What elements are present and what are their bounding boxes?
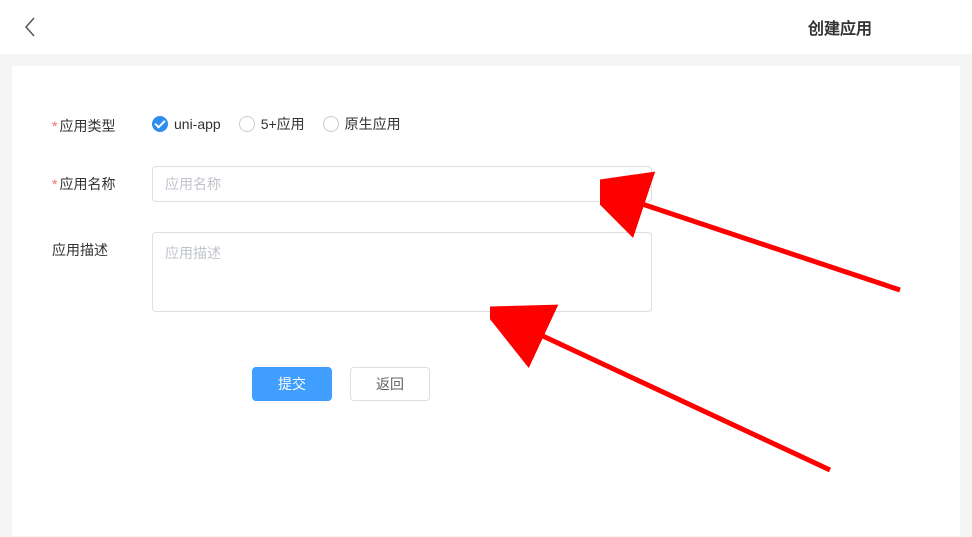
- radio-icon: [152, 116, 168, 132]
- app-name-row: *应用名称: [52, 166, 920, 202]
- back-chevron-icon[interactable]: [18, 15, 42, 39]
- form-buttons: 提交 返回: [252, 367, 920, 401]
- page-header: 创建应用: [0, 0, 972, 54]
- radio-label: 原生应用: [345, 114, 401, 134]
- app-name-input[interactable]: [152, 166, 652, 202]
- app-type-label: *应用类型: [52, 108, 152, 136]
- page-title: 创建应用: [808, 15, 872, 39]
- radio-icon: [323, 116, 339, 132]
- required-mark: *: [52, 118, 57, 134]
- create-app-form: *应用类型 uni-app 5+应用 原生应用 *应用名称: [12, 66, 960, 536]
- submit-button[interactable]: 提交: [252, 367, 332, 401]
- app-desc-textarea[interactable]: [152, 232, 652, 312]
- app-name-control: [152, 166, 652, 202]
- app-type-control: uni-app 5+应用 原生应用: [152, 108, 652, 134]
- app-type-row: *应用类型 uni-app 5+应用 原生应用: [52, 108, 920, 136]
- app-desc-label: 应用描述: [52, 232, 152, 260]
- required-mark: *: [52, 176, 57, 192]
- back-button[interactable]: 返回: [350, 367, 430, 401]
- app-type-radio-group: uni-app 5+应用 原生应用: [152, 108, 652, 134]
- radio-label: 5+应用: [261, 114, 305, 134]
- radio-5plus-app[interactable]: 5+应用: [239, 114, 305, 134]
- app-desc-row: 应用描述: [52, 232, 920, 317]
- app-name-label: *应用名称: [52, 166, 152, 194]
- radio-label: uni-app: [174, 116, 221, 132]
- app-desc-control: [152, 232, 652, 317]
- radio-native-app[interactable]: 原生应用: [323, 114, 401, 134]
- radio-uni-app[interactable]: uni-app: [152, 116, 221, 132]
- radio-icon: [239, 116, 255, 132]
